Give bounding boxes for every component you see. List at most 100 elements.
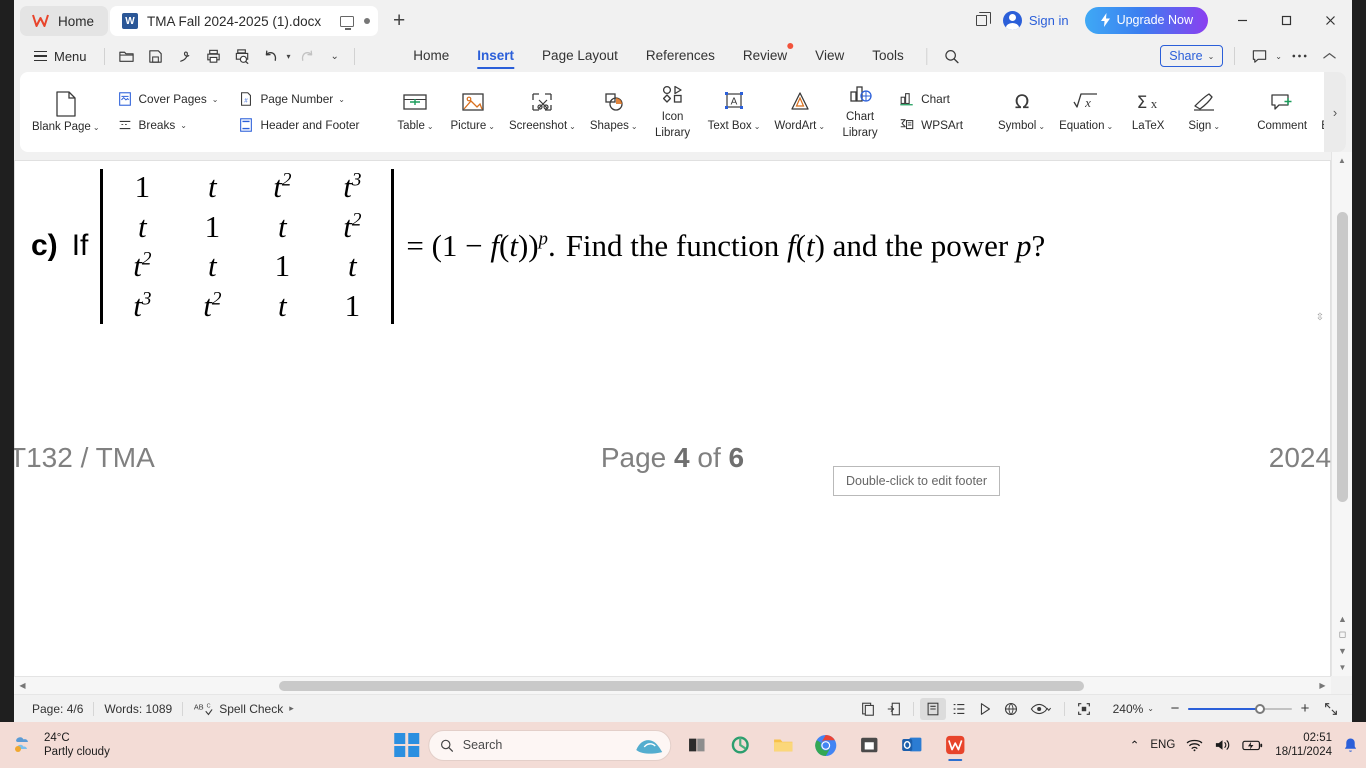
tab-home[interactable]: Home bbox=[20, 6, 109, 36]
vertical-scrollbar[interactable]: ▲ ▲ ◻ ▼ ▼ bbox=[1331, 152, 1352, 676]
latex-button[interactable]: Σx LaTeX bbox=[1121, 77, 1175, 147]
sign-button[interactable]: Sign ⌄ bbox=[1177, 77, 1231, 147]
zoom-slider-knob[interactable] bbox=[1254, 703, 1265, 714]
new-tab-button[interactable]: + bbox=[384, 6, 414, 36]
reading-view-icon[interactable] bbox=[972, 698, 998, 720]
zoom-slider[interactable] bbox=[1188, 702, 1292, 716]
zoom-dropdown-caret-icon[interactable]: ⌄ bbox=[1147, 704, 1154, 713]
zoom-value[interactable]: 240% bbox=[1113, 702, 1144, 716]
table-button[interactable]: Table ⌄ bbox=[388, 77, 442, 147]
tab-close-dot-icon[interactable] bbox=[364, 18, 371, 24]
scroll-down-arrow-icon[interactable]: ▼ bbox=[1335, 659, 1350, 676]
horizontal-scroll-thumb[interactable] bbox=[279, 681, 1084, 691]
tab-page-layout[interactable]: Page Layout bbox=[528, 40, 632, 72]
equation-button[interactable]: x Equation ⌄ bbox=[1053, 77, 1119, 147]
spell-check-arrow-icon[interactable]: ▸ bbox=[289, 703, 294, 714]
comment-dropdown-caret-icon[interactable]: ⌄ bbox=[1275, 52, 1282, 61]
weather-widget[interactable]: 24°C Partly cloudy bbox=[10, 731, 110, 760]
status-word-count[interactable]: Words: 1089 bbox=[94, 702, 182, 716]
tab-insert[interactable]: Insert bbox=[463, 40, 528, 72]
file-explorer-icon[interactable] bbox=[766, 728, 800, 762]
tab-document[interactable]: W TMA Fall 2024-2025 (1).docx bbox=[110, 6, 379, 36]
wpsart-button[interactable]: WPSArt bbox=[891, 113, 970, 137]
wifi-icon[interactable] bbox=[1186, 738, 1203, 752]
chart-library-button[interactable]: Chart Library bbox=[833, 77, 887, 147]
more-options-icon[interactable] bbox=[1286, 43, 1312, 69]
symbol-button[interactable]: Ω Symbol ⌄ bbox=[992, 77, 1051, 147]
minimize-button[interactable] bbox=[1220, 0, 1264, 40]
tray-chevron-icon[interactable]: ⌃ bbox=[1130, 738, 1140, 752]
chart-button[interactable]: Chart bbox=[891, 87, 970, 111]
text-box-button[interactable]: A Text Box ⌄ bbox=[702, 77, 767, 147]
search-icon[interactable] bbox=[937, 48, 967, 65]
page-thumbnail-icon[interactable] bbox=[855, 698, 881, 720]
document-page[interactable]: c) If 1 t t2 t3 t 1 t t2 t2 t 1 t t3 t2 … bbox=[14, 160, 1352, 694]
chrome-icon[interactable] bbox=[809, 728, 843, 762]
customize-qat-icon[interactable]: ⌄ bbox=[331, 51, 339, 62]
wordart-button[interactable]: WordArt ⌄ bbox=[768, 77, 831, 147]
previous-page-icon[interactable]: ▲ bbox=[1336, 614, 1349, 624]
zoom-in-button[interactable]: + bbox=[1292, 698, 1318, 720]
focus-mode-icon[interactable] bbox=[1071, 698, 1097, 720]
horizontal-scrollbar[interactable]: ◀ ▶ bbox=[14, 676, 1331, 694]
search-input[interactable]: Search bbox=[427, 729, 671, 761]
fullscreen-icon[interactable] bbox=[1318, 698, 1344, 720]
page-number-button[interactable]: # Page Number ⌄ bbox=[231, 87, 366, 111]
scroll-left-arrow-icon[interactable]: ◀ bbox=[14, 677, 31, 694]
screenshot-button[interactable]: Screenshot ⌄ bbox=[503, 77, 582, 147]
print-layout-view-icon[interactable] bbox=[919, 697, 946, 720]
tab-review[interactable]: Review bbox=[729, 40, 801, 72]
status-spell-check[interactable]: AB C Spell Check ▸ bbox=[183, 702, 304, 716]
tab-references[interactable]: References bbox=[632, 40, 729, 72]
collapse-ribbon-icon[interactable] bbox=[1316, 43, 1342, 69]
ruler-toggle-icon[interactable]: ⇳ bbox=[1316, 312, 1324, 323]
undo-icon[interactable] bbox=[259, 43, 285, 69]
outline-view-icon[interactable] bbox=[946, 698, 972, 720]
sign-in-button[interactable]: Sign in bbox=[997, 10, 1079, 30]
volume-icon[interactable] bbox=[1214, 738, 1231, 752]
print-preview-icon[interactable] bbox=[230, 43, 256, 69]
select-browse-object-icon[interactable]: ◻ bbox=[1336, 629, 1349, 640]
page-fit-icon[interactable] bbox=[881, 698, 907, 720]
blank-page-button[interactable]: Blank Page ⌄ bbox=[26, 77, 106, 147]
zoom-out-button[interactable]: − bbox=[1162, 698, 1188, 720]
save-as-icon[interactable] bbox=[172, 43, 198, 69]
next-page-icon[interactable]: ▼ bbox=[1336, 646, 1349, 656]
maximize-button[interactable] bbox=[1264, 0, 1308, 40]
menu-button[interactable]: Menu bbox=[26, 49, 95, 64]
ribbon-overflow-button[interactable]: › bbox=[1324, 72, 1346, 152]
shapes-button[interactable]: Shapes ⌄ bbox=[584, 77, 644, 147]
comment-icon[interactable] bbox=[1246, 43, 1272, 69]
scroll-up-arrow-icon[interactable]: ▲ bbox=[1332, 152, 1352, 169]
eye-view-icon[interactable] bbox=[1024, 698, 1058, 720]
open-folder-icon[interactable] bbox=[114, 43, 140, 69]
scroll-right-arrow-icon[interactable]: ▶ bbox=[1314, 677, 1331, 694]
web-layout-icon[interactable] bbox=[998, 698, 1024, 720]
comment-button[interactable]: Comment bbox=[1251, 77, 1313, 147]
task-view-icon[interactable] bbox=[680, 728, 714, 762]
tab-home-ribbon[interactable]: Home bbox=[399, 40, 463, 72]
share-button[interactable]: Share ⌄ bbox=[1160, 45, 1224, 67]
breaks-button[interactable]: Breaks ⌄ bbox=[110, 113, 226, 137]
page-footer[interactable]: T132 / TMA Page 4 of 6 2024/20 bbox=[14, 433, 1352, 483]
vertical-scroll-thumb[interactable] bbox=[1337, 212, 1348, 502]
clock[interactable]: 02:51 18/11/2024 bbox=[1275, 731, 1332, 760]
picture-button[interactable]: Picture ⌄ bbox=[444, 77, 501, 147]
icon-library-button[interactable]: Icon Library bbox=[646, 77, 700, 147]
language-indicator[interactable]: ENG bbox=[1150, 739, 1175, 751]
save-icon[interactable] bbox=[143, 43, 169, 69]
windows-start-icon[interactable] bbox=[394, 732, 419, 758]
presentation-mode-icon[interactable] bbox=[340, 15, 355, 30]
notification-bell-icon[interactable] bbox=[1343, 737, 1358, 753]
outlook-icon[interactable] bbox=[895, 728, 929, 762]
close-button[interactable] bbox=[1308, 0, 1352, 40]
tab-tools[interactable]: Tools bbox=[858, 40, 918, 72]
settings-app-icon[interactable] bbox=[723, 728, 757, 762]
battery-charging-icon[interactable] bbox=[1242, 738, 1264, 752]
status-page-indicator[interactable]: Page: 4/6 bbox=[22, 702, 93, 716]
upgrade-now-button[interactable]: Upgrade Now bbox=[1084, 6, 1208, 34]
restore-window-icon[interactable] bbox=[967, 0, 997, 40]
header-and-footer-button[interactable]: Header and Footer bbox=[231, 113, 366, 137]
tab-view[interactable]: View bbox=[801, 40, 858, 72]
cover-pages-button[interactable]: Cover Pages ⌄ bbox=[110, 87, 226, 111]
